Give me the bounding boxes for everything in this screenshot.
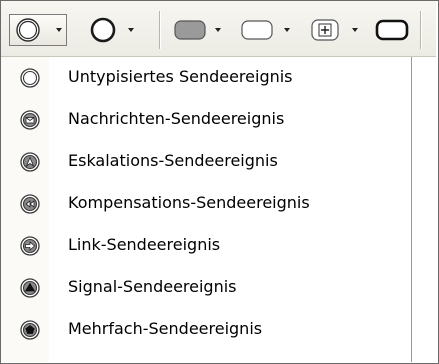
menu-item-label: Kompensations-Sendeereignis <box>68 193 310 212</box>
menu-item-untyped-send-event[interactable]: Untypisiertes Sendeereignis <box>1 57 412 99</box>
event-circle-thin-icon <box>16 18 62 42</box>
menu-item-message-send-event[interactable]: Nachrichten-Sendeereignis <box>1 99 412 141</box>
menu-item-label: Signal-Sendeereignis <box>68 277 237 296</box>
menu-item-compensation-send-event[interactable]: Kompensations-Sendeereignis <box>1 183 412 225</box>
task-rounded-white-icon <box>241 20 290 40</box>
menu-item-label: Link-Sendeereignis <box>68 235 221 254</box>
toolbar-separator <box>159 11 160 49</box>
event-type-dropdown-button[interactable] <box>9 14 67 46</box>
multiple-send-event-icon <box>20 320 40 340</box>
message-send-event-icon <box>20 110 40 130</box>
menu-item-multiple-send-event[interactable]: Mehrfach-Sendeereignis <box>1 309 412 351</box>
compensation-send-event-icon <box>20 194 40 214</box>
toolbar-separator <box>420 11 421 49</box>
escalation-send-event-icon <box>20 152 40 172</box>
menu-item-label: Eskalations-Sendeereignis <box>68 151 278 170</box>
menu-border <box>411 57 412 362</box>
menu-item-escalation-send-event[interactable]: Eskalations-Sendeereignis <box>1 141 412 183</box>
signal-send-event-icon <box>20 278 40 298</box>
link-send-event-icon <box>20 236 40 256</box>
menu-item-signal-send-event[interactable]: Signal-Sendeereignis <box>1 267 412 309</box>
end-event-dropdown-button[interactable] <box>87 14 143 46</box>
task-white-dropdown-button[interactable] <box>238 14 300 46</box>
task-rounded-gray-icon <box>174 20 221 40</box>
menu-item-label: Untypisiertes Sendeereignis <box>68 67 293 86</box>
menu-item-label: Nachrichten-Sendeereignis <box>68 109 285 128</box>
task-rounded-bold-icon <box>375 19 409 41</box>
subprocess-dropdown-button[interactable] <box>306 14 368 46</box>
menu-item-link-send-event[interactable]: Link-Sendeereignis <box>1 225 412 267</box>
event-circle-bold-icon <box>90 17 134 43</box>
toolbar <box>1 1 436 57</box>
subprocess-plus-icon <box>311 19 358 41</box>
event-type-menu: Untypisiertes Sendeereignis Nachrichten-… <box>1 57 412 362</box>
untyped-send-event-icon <box>20 68 40 88</box>
task-bold-button[interactable] <box>373 14 413 46</box>
task-gray-dropdown-button[interactable] <box>171 14 231 46</box>
menu-item-label: Mehrfach-Sendeereignis <box>68 319 263 338</box>
